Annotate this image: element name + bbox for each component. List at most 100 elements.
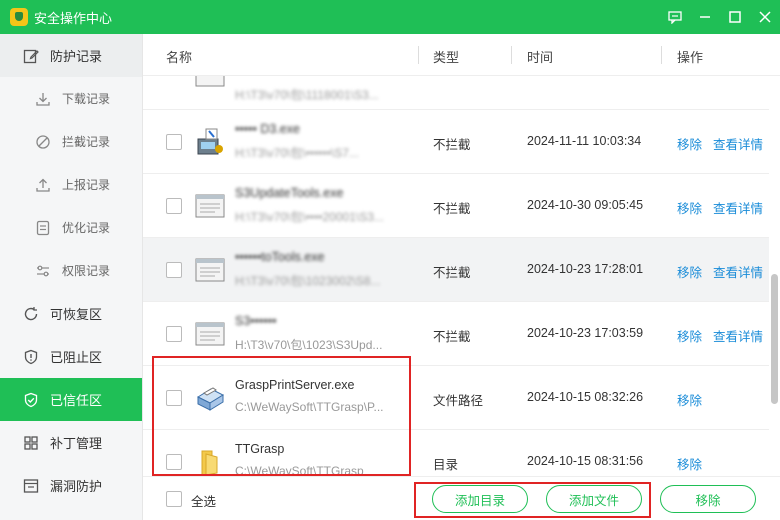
trust-type: 目录 (433, 458, 459, 472)
title-bar: 安全操作中心 (0, 0, 780, 34)
installer-icon (195, 127, 225, 157)
sidebar-item-permission-records[interactable]: 权限记录 (0, 249, 142, 292)
trust-type: 不拦截 (433, 138, 471, 152)
remove-link[interactable]: 移除 (677, 390, 702, 409)
view-details-link[interactable]: 查看详情 (713, 134, 763, 153)
app-window-icon (195, 76, 225, 90)
sidebar-item-download-records[interactable]: 下载记录 (0, 77, 142, 120)
restore-icon (22, 305, 40, 323)
remove-link[interactable]: 移除 (677, 454, 702, 473)
highlight-box-buttons (414, 482, 651, 518)
minimize-icon[interactable] (690, 0, 720, 34)
sidebar-item-patch-management[interactable]: 补丁管理 (0, 421, 142, 464)
table-row[interactable]: H:\T3\v70\包\1118001\S3... (143, 76, 769, 110)
file-name: ••••• D3.exe (235, 122, 300, 136)
sliders-icon (34, 262, 52, 280)
sidebar-item-label: 已信任区 (50, 393, 103, 408)
sidebar: 防护记录 下载记录 拦截记录 上报记录 优化记录 权限记录 可恢复区 已阻止区 … (0, 34, 143, 520)
sidebar-item-label: 已阻止区 (50, 350, 103, 365)
window-controls (660, 0, 780, 34)
app-window-icon (195, 319, 225, 349)
row-checkbox[interactable] (166, 198, 182, 214)
file-name: ••••••toTools.exe (235, 250, 325, 264)
column-type-header: 类型 (433, 50, 460, 65)
scrollbar-thumb[interactable] (771, 274, 778, 404)
maximize-icon[interactable] (720, 0, 750, 34)
sidebar-item-label: 漏洞防护 (50, 479, 103, 494)
remove-link[interactable]: 移除 (677, 198, 702, 217)
upload-icon (34, 176, 52, 194)
trust-type: 文件路径 (433, 394, 484, 408)
list-icon (34, 219, 52, 237)
column-action-header: 操作 (677, 50, 704, 65)
table-row[interactable]: ••••••toTools.exe H:\T3\v70\包\1023002\S8… (143, 238, 769, 302)
row-checkbox[interactable] (166, 134, 182, 150)
sidebar-item-block-records[interactable]: 拦截记录 (0, 120, 142, 163)
select-all-label[interactable]: 全选 (191, 491, 216, 510)
vertical-scrollbar[interactable] (769, 76, 780, 490)
shield-alert-icon (22, 348, 40, 366)
trust-time: 2024-11-11 10:03:34 (527, 134, 642, 148)
trust-type: 不拦截 (433, 330, 471, 344)
trust-time: 2024-10-15 08:31:56 (527, 454, 644, 468)
view-details-link[interactable]: 查看详情 (713, 262, 763, 281)
sidebar-item-label: 拦截记录 (62, 135, 111, 149)
sidebar-item-blocked[interactable]: 已阻止区 (0, 335, 142, 378)
remove-link[interactable]: 移除 (677, 134, 702, 153)
sidebar-item-trusted[interactable]: 已信任区 (0, 378, 142, 421)
close-icon[interactable] (750, 0, 780, 34)
select-all-checkbox[interactable] (166, 491, 182, 507)
table-row[interactable]: ••••• D3.exe H:\T3\v70\包\••••••\S7... 不拦… (143, 110, 769, 174)
sidebar-item-upload-records[interactable]: 上报记录 (0, 163, 142, 206)
window-title: 安全操作中心 (34, 10, 113, 26)
grid-icon (22, 434, 40, 452)
column-name-header: 名称 (166, 50, 193, 65)
file-path: H:\T3\v70\包\1023\S3Upd... (235, 338, 383, 352)
file-path: H:\T3\v70\包\1023002\S8... (235, 274, 381, 288)
trust-time: 2024-10-23 17:28:01 (527, 262, 644, 276)
feedback-icon[interactable] (660, 0, 690, 34)
row-checkbox[interactable] (166, 262, 182, 278)
sidebar-item-label: 防护记录 (50, 49, 103, 64)
download-icon (34, 90, 52, 108)
remove-link[interactable]: 移除 (677, 262, 702, 281)
table-header: 名称 类型 时间 操作 (143, 34, 780, 76)
file-name: S3•••••• (235, 314, 277, 328)
sidebar-item-label: 优化记录 (62, 221, 111, 235)
column-divider (511, 46, 512, 64)
sidebar-item-recoverable[interactable]: 可恢复区 (0, 292, 142, 335)
trust-time: 2024-10-30 09:05:45 (527, 198, 644, 212)
row-checkbox[interactable] (166, 326, 182, 342)
view-details-link[interactable]: 查看详情 (713, 198, 763, 217)
shield-check-icon (22, 391, 40, 409)
sidebar-item-label: 补丁管理 (50, 436, 103, 451)
edit-icon (22, 47, 40, 65)
column-divider (661, 46, 662, 64)
file-path: H:\T3\v70\包\••••••\S7... (235, 146, 359, 160)
sidebar-item-vuln-protection[interactable]: 漏洞防护 (0, 464, 142, 507)
remove-link[interactable]: 移除 (677, 326, 702, 345)
app-logo-icon (10, 8, 28, 26)
column-time-header: 时间 (527, 50, 554, 65)
trust-time: 2024-10-23 17:03:59 (527, 326, 644, 340)
app-window-icon (195, 191, 225, 221)
trust-type: 不拦截 (433, 266, 471, 280)
view-details-link[interactable]: 查看详情 (713, 326, 763, 345)
remove-button[interactable]: 移除 (660, 485, 756, 513)
block-icon (34, 133, 52, 151)
file-path: H:\T3\v70\包\••••20001\S3... (235, 210, 384, 224)
highlight-box-entries (152, 356, 411, 476)
sidebar-item-label: 下载记录 (62, 92, 111, 106)
file-name: S3UpdateTools.exe (235, 186, 344, 200)
sidebar-item-label: 可恢复区 (50, 307, 103, 322)
file-path: H:\T3\v70\包\1118001\S3... (235, 88, 379, 102)
sidebar-item-protection-records[interactable]: 防护记录 (0, 34, 142, 77)
sidebar-item-optimize-records[interactable]: 优化记录 (0, 206, 142, 249)
trust-time: 2024-10-15 08:32:26 (527, 390, 644, 404)
sidebar-item-label: 权限记录 (62, 264, 111, 278)
sidebar-item-label: 上报记录 (62, 178, 111, 192)
trust-type: 不拦截 (433, 202, 471, 216)
table-row[interactable]: S3UpdateTools.exe H:\T3\v70\包\••••20001\… (143, 174, 769, 238)
window-icon (22, 477, 40, 495)
column-divider (418, 46, 419, 64)
